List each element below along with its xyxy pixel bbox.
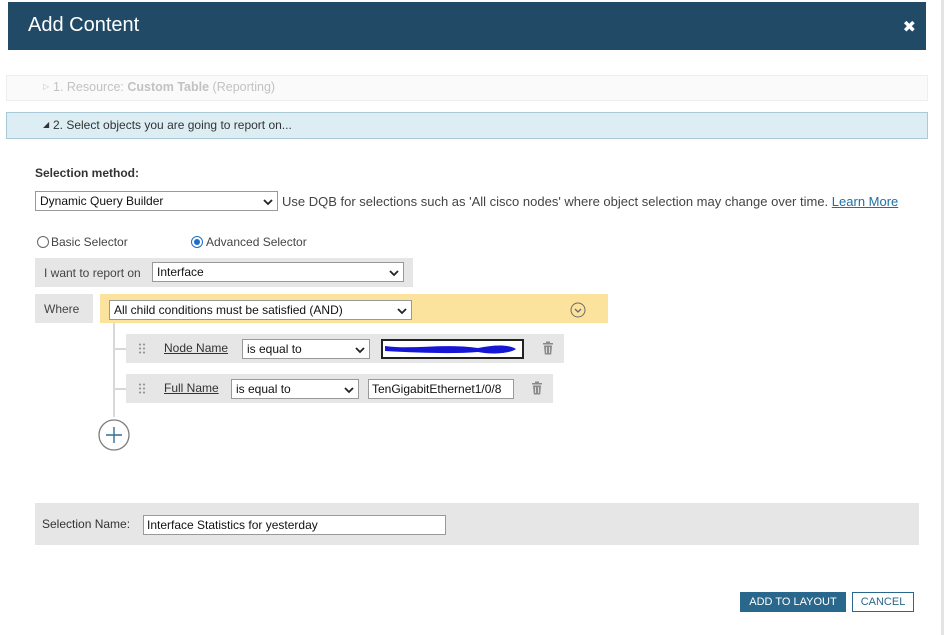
and-condition-select[interactable]: All child conditions must be satisfied (… bbox=[109, 300, 412, 320]
step-1-resource: Custom Table bbox=[127, 80, 210, 94]
step-1-suffix: (Reporting) bbox=[209, 80, 276, 94]
trash-icon[interactable] bbox=[531, 381, 543, 395]
step-2-label: 2. Select objects you are going to repor… bbox=[53, 118, 292, 132]
chevron-down-icon bbox=[344, 387, 354, 394]
dialog-titlebar: Add Content ✖ bbox=[8, 2, 926, 50]
dqb-description: Use DQB for selections such as 'All cisc… bbox=[282, 194, 898, 209]
close-icon[interactable]: ✖ bbox=[903, 17, 916, 37]
cancel-button[interactable]: CANCEL bbox=[852, 592, 914, 612]
condition-row: Node Name is equal to bbox=[126, 334, 564, 363]
add-to-layout-button[interactable]: ADD TO LAYOUT bbox=[740, 592, 846, 612]
report-on-select[interactable]: Interface bbox=[152, 262, 404, 282]
learn-more-link[interactable]: Learn More bbox=[832, 194, 898, 209]
where-label: Where bbox=[44, 302, 80, 316]
add-condition-icon[interactable] bbox=[98, 419, 130, 451]
redaction-mark bbox=[385, 345, 516, 354]
tree-branch bbox=[115, 388, 126, 390]
where-box: Where bbox=[35, 294, 93, 323]
collapse-arrow-icon: ◢ bbox=[43, 120, 50, 129]
selection-method-value: Dynamic Query Builder bbox=[40, 194, 164, 208]
report-on-label: I want to report on bbox=[44, 266, 141, 280]
trash-icon[interactable] bbox=[542, 341, 554, 355]
chevron-down-icon bbox=[397, 308, 407, 315]
drag-handle-icon[interactable] bbox=[138, 383, 146, 394]
condition-operator-select[interactable]: is equal to bbox=[231, 379, 359, 399]
condition-field-link[interactable]: Full Name bbox=[164, 381, 219, 395]
basic-selector-radio[interactable] bbox=[37, 236, 49, 248]
tree-connector bbox=[113, 323, 115, 417]
selection-name-value: Interface Statistics for yesterday bbox=[147, 518, 318, 532]
advanced-selector-label: Advanced Selector bbox=[206, 235, 307, 249]
step-1-header[interactable]: ▷ 1. Resource: Custom Table (Reporting) bbox=[6, 75, 928, 101]
chevron-down-icon bbox=[263, 199, 273, 206]
dqb-description-text: Use DQB for selections such as 'All cisc… bbox=[282, 194, 829, 209]
step-1-label: 1. Resource: Custom Table (Reporting) bbox=[53, 80, 275, 94]
selection-name-label: Selection Name: bbox=[42, 517, 131, 531]
condition-operator-value: is equal to bbox=[236, 382, 291, 396]
expand-arrow-icon: ▷ bbox=[43, 82, 50, 91]
condition-value-text: TenGigabitEthernet1/0/8 bbox=[372, 382, 502, 396]
chevron-down-icon bbox=[389, 270, 399, 277]
selection-name-input[interactable]: Interface Statistics for yesterday bbox=[143, 515, 446, 535]
step-1-prefix: 1. Resource: bbox=[53, 80, 128, 94]
advanced-selector-radio[interactable] bbox=[191, 236, 203, 248]
condition-value-input[interactable] bbox=[381, 339, 524, 359]
dialog-title: Add Content bbox=[28, 14, 140, 36]
condition-field-link[interactable]: Node Name bbox=[164, 341, 228, 355]
report-on-value: Interface bbox=[157, 265, 204, 279]
condition-operator-select[interactable]: is equal to bbox=[242, 339, 370, 359]
chevron-down-icon bbox=[355, 347, 365, 354]
tree-branch bbox=[115, 348, 126, 350]
and-condition-value: All child conditions must be satisfied (… bbox=[114, 303, 343, 317]
selection-method-label: Selection method: bbox=[35, 166, 140, 180]
basic-selector-label: Basic Selector bbox=[51, 235, 128, 249]
condition-row: Full Name is equal to TenGigabitEthernet… bbox=[126, 374, 553, 403]
drag-handle-icon[interactable] bbox=[138, 343, 146, 354]
step-2-header[interactable]: ◢ 2. Select objects you are going to rep… bbox=[6, 112, 928, 139]
collapse-group-icon[interactable] bbox=[570, 302, 586, 318]
selection-method-select[interactable]: Dynamic Query Builder bbox=[35, 191, 278, 211]
condition-operator-value: is equal to bbox=[247, 342, 302, 356]
condition-value-input[interactable]: TenGigabitEthernet1/0/8 bbox=[368, 379, 514, 399]
